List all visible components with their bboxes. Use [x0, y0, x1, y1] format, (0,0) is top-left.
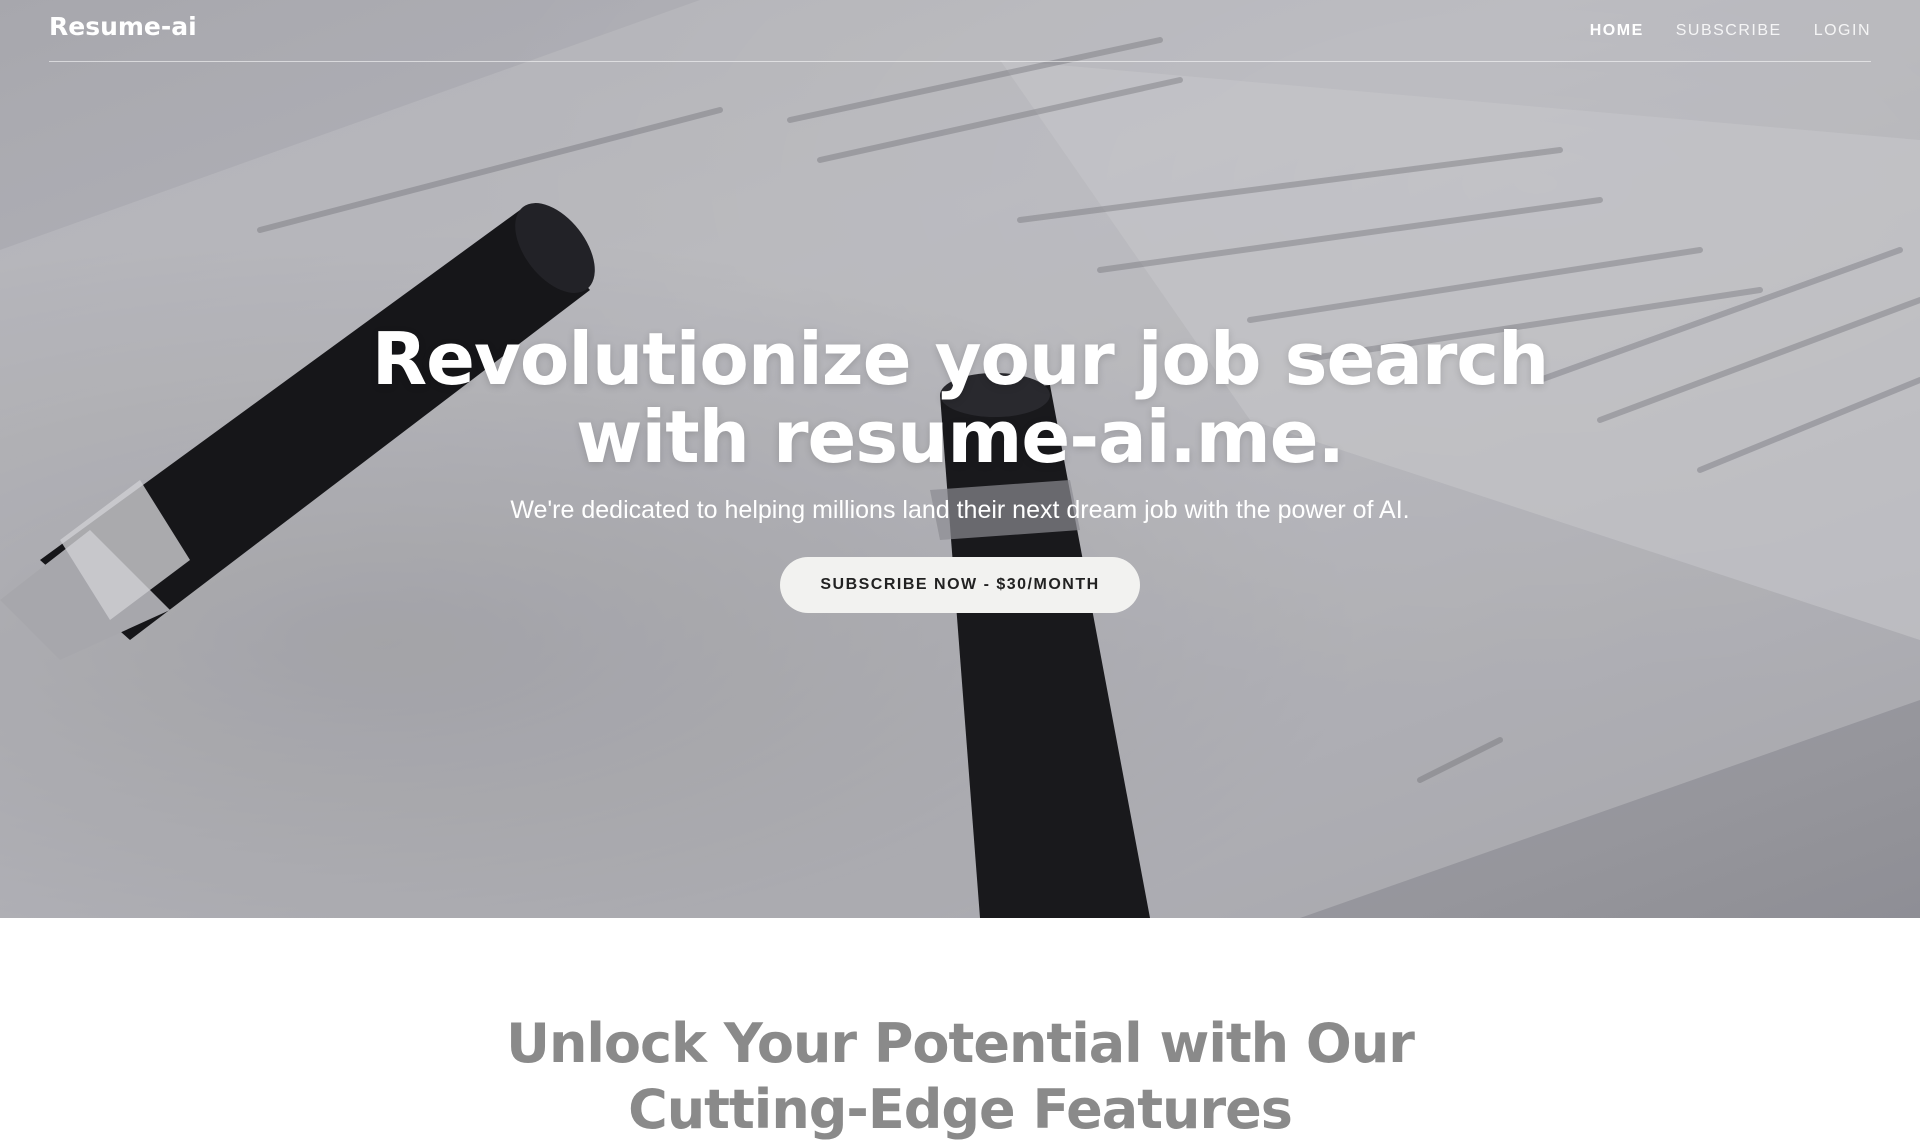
nav-subscribe-link[interactable]: SUBSCRIBE: [1676, 22, 1782, 40]
features-section-title: Unlock Your Potential with Our Cutting-E…: [0, 1011, 1920, 1143]
nav-login-link[interactable]: LOGIN: [1814, 22, 1871, 40]
top-navbar: Resume-ai HOME SUBSCRIBE LOGIN: [49, 0, 1871, 62]
brand-logo[interactable]: Resume-ai: [49, 12, 197, 41]
main-nav: HOME SUBSCRIBE LOGIN: [1590, 22, 1871, 40]
hero-section: Resume-ai HOME SUBSCRIBE LOGIN Revolutio…: [0, 0, 1920, 918]
features-title-text: Unlock Your Potential with Our Cutting-E…: [506, 1011, 1415, 1141]
nav-home-link[interactable]: HOME: [1590, 22, 1644, 40]
hero-subtitle: We're dedicated to helping millions land…: [510, 496, 1410, 524]
subscribe-now-button[interactable]: SUBSCRIBE NOW - $30/MONTH: [780, 557, 1140, 613]
hero-content: Revolutionize your job search with resum…: [0, 320, 1920, 613]
hero-title: Revolutionize your job search with resum…: [371, 317, 1550, 479]
